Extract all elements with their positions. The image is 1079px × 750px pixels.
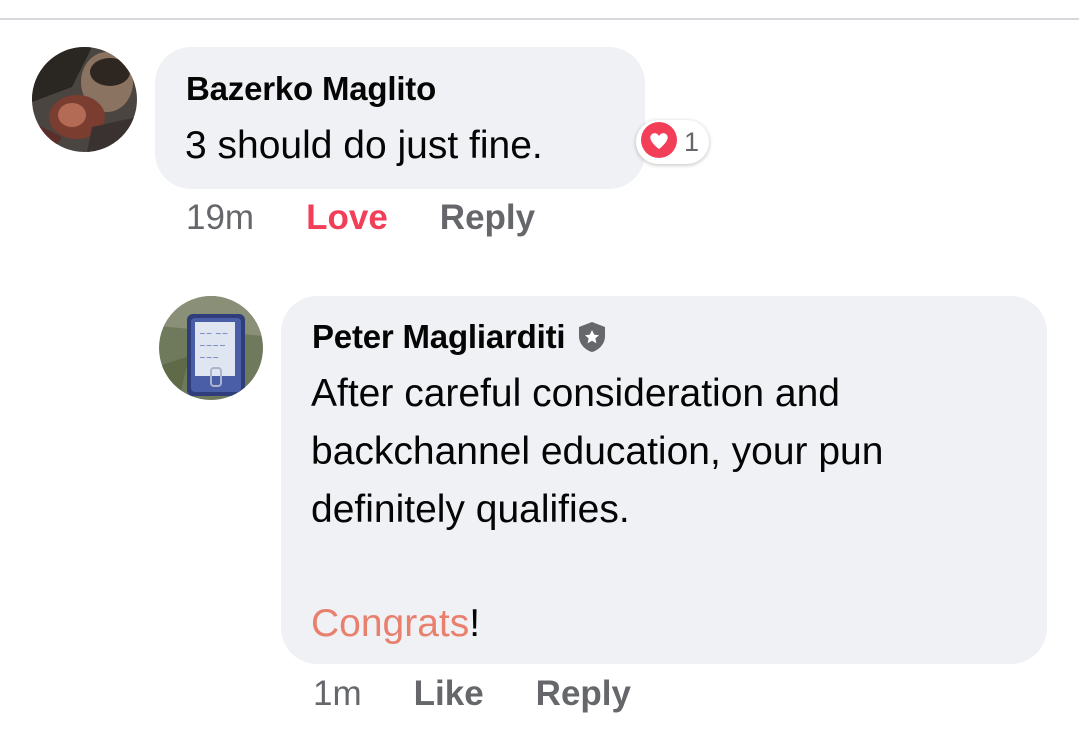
love-button[interactable]: Love: [306, 198, 388, 238]
reply-button[interactable]: Reply: [440, 198, 535, 238]
timestamp[interactable]: 19m: [186, 198, 254, 238]
congrats-highlight: Congrats: [311, 602, 470, 645]
reply-author[interactable]: Peter Magliarditi: [312, 318, 607, 356]
divider: [0, 18, 1079, 20]
reply-congrats-line: Congrats!: [311, 595, 480, 653]
comment-thread: Bazerko Maglito 3 should do just fine. 1…: [0, 0, 1079, 750]
avatar-peter[interactable]: ~~ ~~ ~~~~ ~~~: [159, 296, 263, 400]
svg-text:~~~: ~~~: [199, 353, 219, 362]
svg-text:~~~~: ~~~~: [199, 341, 226, 350]
timestamp[interactable]: 1m: [313, 674, 362, 714]
reaction-summary[interactable]: 1: [636, 120, 710, 164]
svg-text:~~ ~~: ~~ ~~: [199, 329, 228, 338]
reaction-count: 1: [684, 126, 700, 157]
reply-text-line: backchannel education, your pun: [311, 430, 884, 473]
reply-text-line: definitely qualifies.: [311, 488, 630, 531]
reply-author-name: Peter Magliarditi: [312, 318, 566, 355]
reply-text-line: After careful consideration and: [311, 372, 840, 415]
shield-star-icon: [577, 321, 607, 353]
comment-author[interactable]: Bazerko Maglito: [186, 70, 436, 108]
comment-actions: 19m Love Reply: [186, 198, 587, 238]
reply-actions: 1m Like Reply: [313, 674, 683, 714]
comment-text: 3 should do just fine.: [185, 124, 543, 167]
reply-button[interactable]: Reply: [536, 674, 631, 714]
avatar-bazerko[interactable]: [32, 47, 137, 152]
like-button[interactable]: Like: [414, 674, 484, 714]
heart-reaction-icon: [640, 121, 678, 164]
congrats-suffix: !: [469, 602, 481, 645]
